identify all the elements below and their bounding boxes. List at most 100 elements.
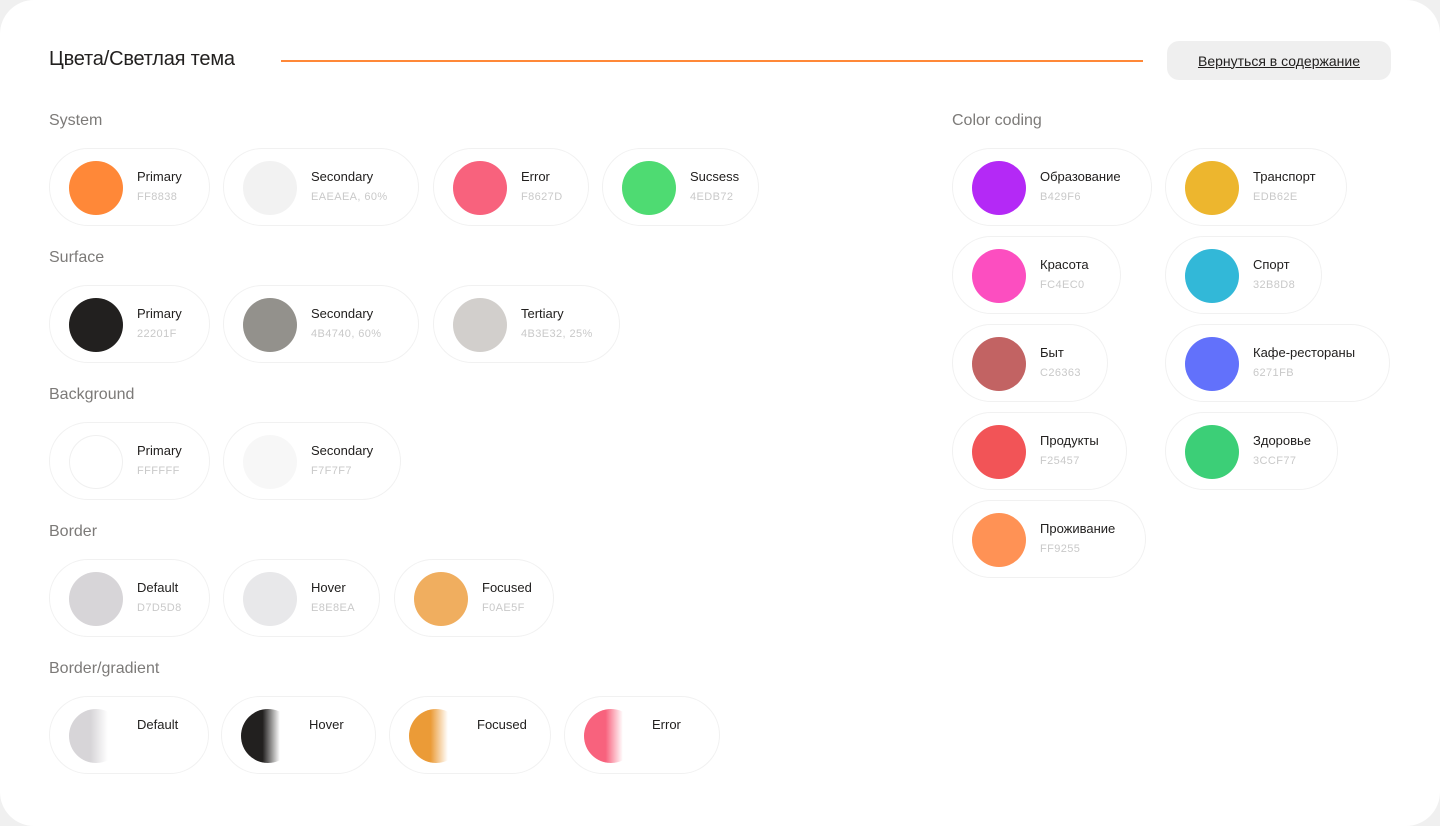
swatch-border-default: Default D7D5D8 (49, 559, 210, 637)
swatch-coding-cafe: Кафе-рестораны 6271FB (1165, 324, 1390, 402)
swatch-name: Красота (1040, 257, 1089, 272)
back-to-contents-button[interactable]: Вернуться в содержание (1167, 41, 1391, 80)
group-title: Surface (49, 249, 105, 266)
swatch-name: Быт (1040, 345, 1064, 360)
group-title: Border (49, 523, 98, 540)
swatch-code: B429F6 (1040, 191, 1081, 203)
swatch-name: Sucsess (690, 169, 740, 184)
swatch-surface-tertiary: Tertiary 4B3E32, 25% (433, 285, 620, 363)
swatch-name: Транспорт (1253, 169, 1316, 184)
swatch-system-success: Sucsess 4EDB72 (602, 148, 759, 226)
swatch-coding-groceries: Продукты F25457 (952, 412, 1127, 490)
swatch-name: Hover (309, 717, 344, 732)
gradient-circle (409, 709, 463, 763)
swatch-border-focused: Focused F0AE5F (394, 559, 554, 637)
swatch-name: Default (137, 580, 179, 595)
color-circle (414, 572, 468, 626)
group-title: Color coding (952, 112, 1042, 129)
swatch-code: 4EDB72 (690, 191, 734, 203)
swatch-name: Продукты (1040, 433, 1099, 448)
page-frame: Цвета/Светлая тема Вернуться в содержани… (0, 0, 1440, 826)
title-divider (281, 60, 1143, 62)
swatch-code: 4B4740, 60% (311, 328, 382, 340)
swatch-code: D7D5D8 (137, 602, 182, 614)
swatch-surface-secondary: Secondary 4B4740, 60% (223, 285, 419, 363)
swatch-code: F0AE5F (482, 602, 525, 614)
swatch-code: F7F7F7 (311, 465, 352, 477)
color-circle (972, 513, 1026, 567)
swatch-system-secondary: Secondary EAEAEA, 60% (223, 148, 419, 226)
swatch-system-error: Error F8627D (433, 148, 589, 226)
swatch-name: Secondary (311, 443, 374, 458)
swatch-name: Primary (137, 169, 182, 184)
swatch-name: Кафе-рестораны (1253, 345, 1356, 360)
swatch-name: Secondary (311, 306, 374, 321)
color-circle (972, 161, 1026, 215)
color-circle (453, 161, 507, 215)
swatch-code: E8E8EA (311, 602, 355, 614)
swatch-name: Focused (482, 580, 532, 595)
swatch-code: 22201F (137, 328, 177, 340)
swatch-gradient-default: Default (49, 696, 209, 774)
color-circle (69, 298, 123, 352)
swatch-name: Hover (311, 580, 346, 595)
swatch-name: Secondary (311, 169, 374, 184)
color-circle (1185, 425, 1239, 479)
swatch-code: 32B8D8 (1253, 279, 1296, 291)
swatch-name: Образование (1040, 169, 1121, 184)
swatch-coding-household: Быт C26363 (952, 324, 1108, 402)
swatch-code: 6271FB (1253, 367, 1294, 379)
swatch-name: Error (652, 717, 681, 732)
swatch-name: Default (137, 717, 179, 732)
swatch-code: 4B3E32, 25% (521, 328, 593, 340)
color-circle (69, 161, 123, 215)
swatch-coding-health: Здоровье 3CCF77 (1165, 412, 1338, 490)
swatch-background-secondary: Secondary F7F7F7 (223, 422, 401, 500)
swatch-code: F8627D (521, 191, 563, 203)
swatch-coding-transport: Транспорт EDB62E (1165, 148, 1347, 226)
swatch-name: Спорт (1253, 257, 1290, 272)
color-circle (453, 298, 507, 352)
color-circle (1185, 337, 1239, 391)
color-circle (243, 435, 297, 489)
swatch-code: EDB62E (1253, 191, 1298, 203)
swatch-gradient-error: Error (564, 696, 720, 774)
swatch-name: Focused (477, 717, 527, 732)
color-circle (972, 337, 1026, 391)
swatch-code: FF9255 (1040, 543, 1081, 555)
color-circle (1185, 249, 1239, 303)
color-circle (972, 425, 1026, 479)
swatch-code: FFFFFF (137, 465, 180, 477)
swatch-name: Error (521, 169, 550, 184)
color-circle (69, 435, 123, 489)
color-circle (972, 249, 1026, 303)
swatch-code: 3CCF77 (1253, 455, 1297, 467)
group-title: Border/gradient (49, 660, 160, 677)
gradient-circle (69, 709, 123, 763)
swatch-code: F25457 (1040, 455, 1080, 467)
color-circle (1185, 161, 1239, 215)
swatch-border-hover: Hover E8E8EA (223, 559, 380, 637)
swatch-code: C26363 (1040, 367, 1081, 379)
group-title: System (49, 112, 103, 129)
color-circle (622, 161, 676, 215)
color-circle (69, 572, 123, 626)
swatch-surface-primary: Primary 22201F (49, 285, 210, 363)
gradient-circle (241, 709, 295, 763)
gradient-circle (584, 709, 638, 763)
swatch-name: Primary (137, 306, 182, 321)
swatch-name: Primary (137, 443, 182, 458)
color-circle (243, 572, 297, 626)
swatch-name: Проживание (1040, 521, 1116, 536)
swatch-coding-beauty: Красота FC4EC0 (952, 236, 1121, 314)
group-title: Background (49, 386, 135, 403)
swatch-coding-sport: Спорт 32B8D8 (1165, 236, 1322, 314)
color-circle (243, 298, 297, 352)
swatch-name: Tertiary (521, 306, 564, 321)
swatch-code: EAEAEA, 60% (311, 191, 388, 203)
color-circle (243, 161, 297, 215)
swatch-coding-education: Образование B429F6 (952, 148, 1152, 226)
swatch-background-primary: Primary FFFFFF (49, 422, 210, 500)
swatch-gradient-hover: Hover (221, 696, 376, 774)
page-header: Цвета/Светлая тема Вернуться в содержани… (49, 40, 1391, 80)
